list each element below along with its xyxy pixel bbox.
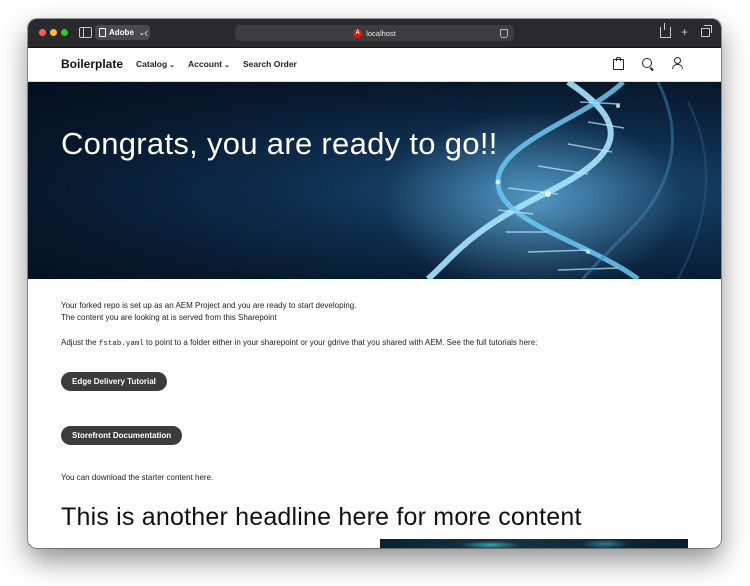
storefront-documentation-button[interactable]: Storefront Documentation (61, 426, 183, 445)
chevron-down-icon: ⌄ (169, 62, 176, 69)
download-here-link[interactable]: here (195, 473, 211, 482)
nav-search-order-label: Search Order (243, 59, 297, 69)
hero-title: Congrats, you are ready to go!! (61, 126, 498, 161)
adjust-paragraph: Adjust the fstab.yaml to point to a fold… (61, 337, 537, 350)
brand-logo[interactable]: Boilerplate (61, 57, 123, 71)
edge-delivery-tutorial-button[interactable]: Edge Delivery Tutorial (61, 372, 167, 391)
download-prefix: You can download the starter content (61, 473, 196, 482)
tab-group-icon (99, 28, 106, 37)
secondary-headline: This is another headline here for more c… (61, 503, 582, 531)
fstab-code: fstab.yaml (98, 340, 144, 348)
nav-catalog[interactable]: Catalog ⌄ (136, 59, 175, 69)
user-icon[interactable] (672, 57, 683, 69)
sharepoint-link[interactable]: Sharepoint (238, 313, 277, 322)
zoom-window-button[interactable] (61, 29, 68, 36)
share-icon[interactable] (660, 23, 671, 38)
content-image (380, 539, 688, 548)
tab-group-label: Adobe (109, 28, 134, 37)
tab-group-button[interactable]: Adobe ⌄ (95, 25, 150, 40)
download-paragraph: You can download the starter content her… (61, 472, 213, 484)
url-text: localhost (366, 28, 396, 38)
cart-icon[interactable] (613, 57, 624, 70)
sidebar-toggle-icon[interactable] (79, 27, 92, 38)
browser-window: Adobe ⌄ ‹ A localhost + Boilerplate Cata… (28, 19, 721, 548)
intro-line-2: The content you are looking at is served… (61, 312, 277, 324)
privacy-shield-icon[interactable] (500, 29, 508, 38)
intro-line-1: Your forked repo is set up as an AEM Pro… (61, 301, 357, 310)
dna-helix-image (383, 82, 708, 279)
site-favicon: A (353, 28, 363, 38)
back-arrow-icon[interactable]: ‹ (144, 25, 148, 40)
download-suffix: . (211, 473, 214, 482)
search-icon[interactable] (642, 58, 652, 68)
adjust-prefix: Adjust the (61, 338, 99, 347)
nav-catalog-label: Catalog (136, 59, 168, 69)
close-window-button[interactable] (39, 29, 46, 36)
hero-banner: Congrats, you are ready to go!! (28, 82, 721, 279)
site-header: Boilerplate Catalog ⌄ Account ⌄ Search Ord… (28, 48, 721, 82)
chevron-down-icon: ⌄ (224, 62, 230, 69)
nav-search-order[interactable]: Search Order (243, 59, 297, 69)
intro-line-2-text: The content you are looking at is served… (61, 313, 238, 322)
tab-overview-icon[interactable] (701, 25, 712, 37)
nav-account[interactable]: Account ⌄ (188, 59, 230, 69)
new-tab-icon[interactable]: + (681, 24, 688, 40)
address-bar[interactable]: A localhost (235, 25, 514, 41)
nav-account-label: Account (188, 59, 222, 69)
browser-toolbar: Adobe ⌄ ‹ A localhost + (28, 19, 721, 48)
minimize-window-button[interactable] (50, 29, 57, 36)
adjust-suffix: to point to a folder either in your shar… (143, 338, 538, 347)
